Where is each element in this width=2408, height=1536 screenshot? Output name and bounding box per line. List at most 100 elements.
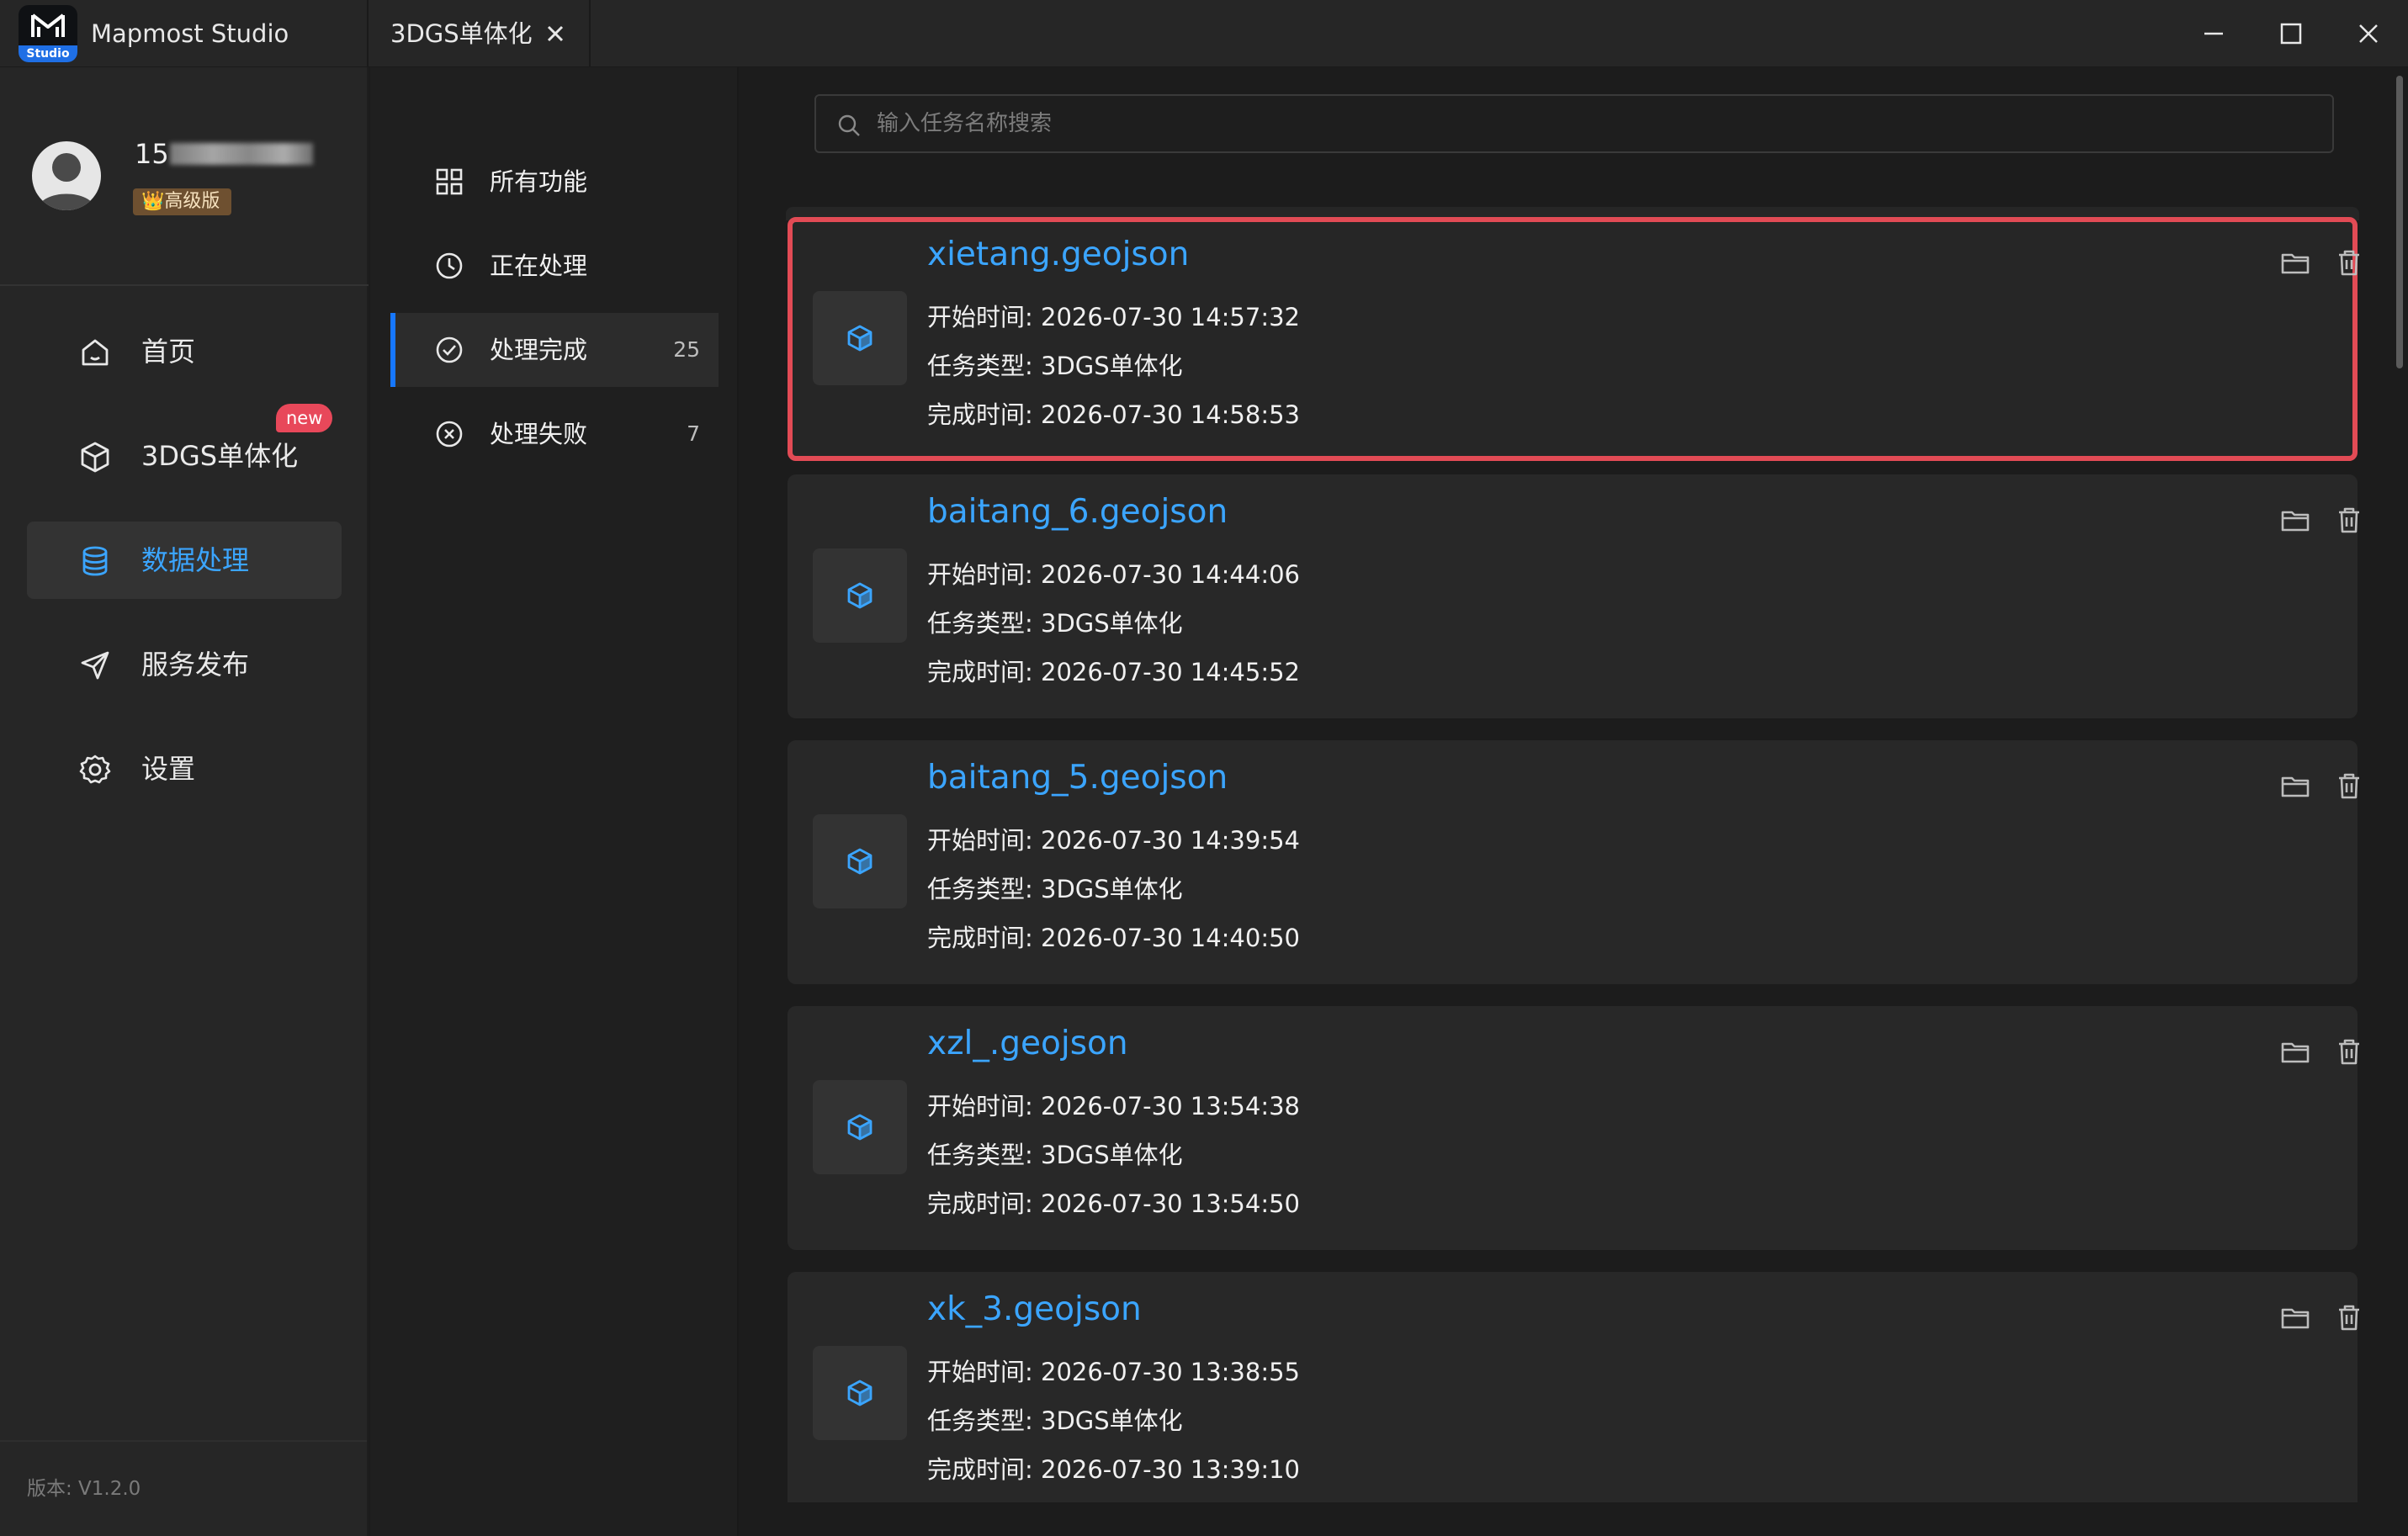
task-type: 任务类型: 3DGS单体化	[927, 875, 1183, 903]
open-folder-icon[interactable]	[2278, 503, 2312, 537]
model-cube-icon	[847, 582, 873, 609]
nav-label: 服务发布	[141, 649, 250, 681]
sub-item-all-features[interactable]: 所有功能	[390, 145, 719, 219]
task-card[interactable]: xietang.geojson 开始时间: 2026-07-30 14:57:3…	[788, 217, 2359, 461]
task-card[interactable]: xzl_.geojson 开始时间: 2026-07-30 13:54:38 任…	[788, 1006, 2359, 1250]
close-window-icon	[2359, 24, 2378, 43]
main-nav: 首页 3DGS单体化 new 数据处理 服务发布 设置	[27, 313, 342, 834]
task-start-time: 开始时间: 2026-07-30 14:57:32	[927, 303, 1300, 331]
app-logo: Studio	[19, 5, 77, 62]
x-circle-icon	[436, 421, 463, 448]
mapmost-logo-icon	[31, 13, 65, 37]
gear-icon	[79, 755, 111, 784]
task-name[interactable]: xietang.geojson	[927, 236, 1189, 273]
task-type: 任务类型: 3DGS单体化	[927, 352, 1183, 380]
nav-item-3dgs[interactable]: 3DGS单体化 new	[27, 404, 342, 495]
home-icon	[82, 339, 109, 366]
minimize-button[interactable]	[2176, 0, 2252, 67]
sub-item-failed[interactable]: 处理失败 7	[390, 397, 719, 471]
window-close-button[interactable]	[2331, 0, 2406, 67]
search-box[interactable]	[814, 94, 2334, 153]
search-icon	[838, 114, 860, 136]
logo-badge: Studio	[19, 45, 77, 62]
trash-icon[interactable]	[2332, 246, 2366, 279]
nav-item-home[interactable]: 首页	[27, 313, 342, 390]
task-end-time: 完成时间: 2026-07-30 13:54:50	[927, 1189, 1300, 1218]
app-title: Mapmost Studio Desktop	[91, 19, 289, 115]
trash-icon[interactable]	[2332, 1300, 2366, 1334]
username-redacted	[170, 143, 313, 165]
user-panel: 15 👑高级版	[0, 67, 369, 286]
trash-icon[interactable]	[2332, 1035, 2366, 1068]
nav-label: 数据处理	[141, 544, 250, 576]
nav-label: 3DGS单体化	[141, 440, 299, 472]
clock-icon	[436, 252, 463, 279]
open-folder-icon[interactable]	[2278, 1300, 2312, 1334]
trash-icon[interactable]	[2332, 769, 2366, 802]
sub-label: 正在处理	[490, 252, 588, 280]
check-circle-icon	[436, 336, 463, 363]
task-start-time: 开始时间: 2026-07-30 13:38:55	[927, 1358, 1300, 1386]
task-name[interactable]: xzl_.geojson	[927, 1025, 1128, 1062]
sub-item-processing[interactable]: 正在处理	[390, 229, 719, 303]
tier-badge: 👑高级版	[133, 188, 232, 215]
sidebar: 15 👑高级版 首页 3DGS单体化 new 数据处理 服务发布 设置 版本: …	[0, 67, 369, 1536]
username: 15	[135, 138, 169, 170]
nav-label: 设置	[141, 753, 196, 785]
nav-item-publish[interactable]: 服务发布	[27, 626, 342, 703]
task-end-time: 完成时间: 2026-07-30 13:39:10	[927, 1455, 1300, 1484]
database-icon	[82, 546, 108, 576]
user-avatar-icon	[37, 153, 96, 210]
app-tab[interactable]: Studio Mapmost Studio Desktop	[0, 0, 369, 115]
sub-nav: 所有功能 正在处理 处理完成 25 处理失败 7	[370, 67, 739, 1536]
task-name[interactable]: baitang_5.geojson	[927, 759, 1228, 797]
open-folder-icon[interactable]	[2278, 769, 2312, 802]
task-start-time: 开始时间: 2026-07-30 14:44:06	[927, 560, 1300, 589]
task-end-time: 完成时间: 2026-07-30 14:58:53	[927, 400, 1300, 429]
task-start-time: 开始时间: 2026-07-30 14:39:54	[927, 826, 1300, 855]
new-badge: new	[276, 404, 333, 432]
avatar[interactable]	[32, 141, 101, 210]
maximize-icon	[2280, 23, 2302, 45]
main-content: xietang.geojson 开始时间: 2026-07-30 14:57:3…	[740, 67, 2408, 1536]
open-folder-icon[interactable]	[2278, 246, 2312, 279]
task-end-time: 完成时间: 2026-07-30 14:45:52	[927, 658, 1300, 686]
task-start-time: 开始时间: 2026-07-30 13:54:38	[927, 1092, 1300, 1120]
task-card[interactable]: baitang_6.geojson 开始时间: 2026-07-30 14:44…	[788, 474, 2359, 718]
failed-count: 7	[687, 421, 700, 446]
list-clip-bottom	[740, 1502, 2395, 1536]
close-icon[interactable]	[538, 17, 572, 50]
task-card[interactable]: xk_3.geojson 开始时间: 2026-07-30 13:38:55 任…	[788, 1272, 2359, 1516]
tab-3dgs[interactable]: 3DGS单体化	[370, 0, 591, 67]
scrollbar[interactable]	[2395, 67, 2405, 1536]
task-thumbnail	[813, 548, 907, 643]
grid-icon	[436, 168, 463, 195]
nav-item-data-processing[interactable]: 数据处理	[27, 522, 342, 599]
task-name[interactable]: baitang_6.geojson	[927, 493, 1228, 531]
scroll-thumb[interactable]	[2396, 76, 2403, 368]
task-name[interactable]: xk_3.geojson	[927, 1290, 1142, 1328]
model-cube-icon	[847, 1380, 873, 1406]
sub-label: 处理失败	[490, 420, 588, 448]
nav-label: 首页	[141, 336, 196, 368]
trash-icon[interactable]	[2332, 503, 2366, 537]
title-bar: Studio Mapmost Studio Desktop 3DGS单体化	[0, 0, 2408, 115]
task-thumbnail	[813, 1080, 907, 1174]
search-input[interactable]	[877, 96, 2307, 151]
sub-label: 处理完成	[490, 336, 588, 364]
cube-icon	[81, 442, 109, 473]
send-icon	[81, 651, 109, 680]
open-folder-icon[interactable]	[2278, 1035, 2312, 1068]
sub-item-completed[interactable]: 处理完成 25	[390, 313, 719, 387]
minimize-icon	[2204, 32, 2223, 35]
task-thumbnail	[813, 814, 907, 908]
version-label: 版本: V1.2.0	[27, 1478, 141, 1500]
nav-item-settings[interactable]: 设置	[27, 730, 342, 808]
task-type: 任务类型: 3DGS单体化	[927, 1406, 1183, 1435]
divider	[0, 1440, 367, 1442]
task-thumbnail	[813, 291, 907, 385]
model-cube-icon	[847, 325, 873, 352]
maximize-button[interactable]	[2253, 0, 2329, 67]
model-cube-icon	[847, 1114, 873, 1141]
task-card[interactable]: baitang_5.geojson 开始时间: 2026-07-30 14:39…	[788, 740, 2359, 984]
